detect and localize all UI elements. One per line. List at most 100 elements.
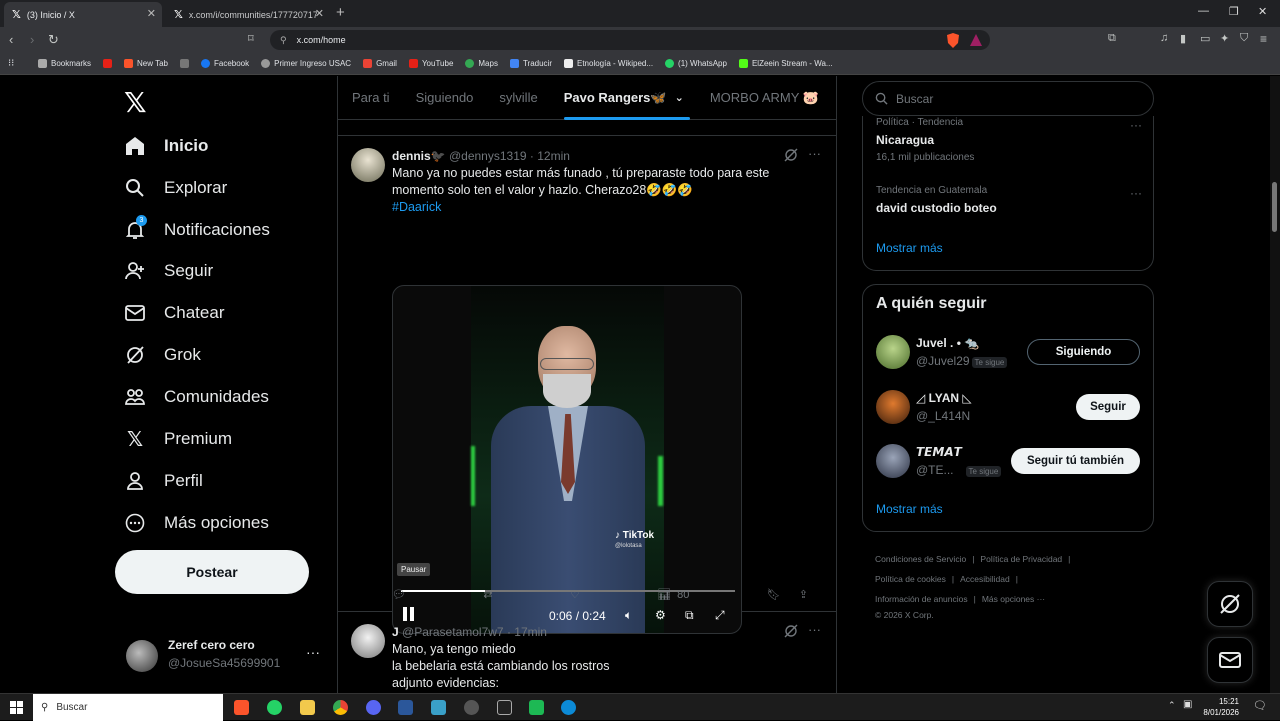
previous-tweet[interactable] bbox=[338, 120, 836, 136]
avatar[interactable] bbox=[876, 335, 910, 369]
post-button[interactable]: Postear bbox=[115, 550, 309, 594]
messages-fab-button[interactable] bbox=[1207, 637, 1253, 683]
notifications-icon[interactable]: 🗨︎ bbox=[1253, 699, 1267, 712]
hashtag-link[interactable]: #Daarick bbox=[392, 200, 441, 214]
app-taskbar-icon[interactable] bbox=[431, 700, 446, 715]
bookmark-whatsapp[interactable]: (1) WhatsApp bbox=[665, 59, 727, 68]
browser-tab-home[interactable]: 𝕏 (3) Inicio / X ✕ bbox=[4, 2, 162, 27]
bookmark-new-tab[interactable]: New Tab bbox=[124, 59, 168, 68]
media-icon[interactable]: ♫ bbox=[1160, 32, 1168, 44]
nav-inicio[interactable]: Inicio bbox=[124, 126, 208, 166]
tray-chevron-icon[interactable]: ⌃ bbox=[1168, 700, 1176, 711]
tweet[interactable]: dennis🐦‍⬛ @dennys1319 · 12min ··· Mano y… bbox=[338, 136, 836, 634]
bookmark-gmail[interactable]: Gmail bbox=[363, 59, 397, 68]
trend-name[interactable]: david custodio boteo bbox=[876, 201, 997, 215]
show-more-link[interactable]: Mostrar más bbox=[876, 241, 943, 255]
footer-link[interactable]: Más opciones ··· bbox=[982, 594, 1045, 604]
close-icon[interactable]: ✕ bbox=[315, 7, 324, 20]
file-explorer-taskbar-icon[interactable] bbox=[300, 700, 315, 715]
nav-comunidades[interactable]: Comunidades bbox=[124, 377, 269, 417]
author-name[interactable]: dennis🐦‍⬛ bbox=[392, 149, 446, 163]
audio-app-taskbar-icon[interactable] bbox=[497, 700, 512, 715]
app-taskbar-icon[interactable] bbox=[464, 700, 479, 715]
bookmark-traducir[interactable]: Traducir bbox=[509, 59, 552, 68]
word-taskbar-icon[interactable] bbox=[398, 700, 413, 715]
address-bar[interactable]: ⚲ x.com/home bbox=[270, 30, 990, 50]
grok-fab-button[interactable] bbox=[1207, 581, 1253, 627]
suggestion-name[interactable]: Juvel . • 🐀 bbox=[916, 336, 979, 350]
avatar[interactable] bbox=[351, 148, 385, 182]
bookmark-bookmarks[interactable]: Bookmarks bbox=[38, 59, 91, 68]
more-icon[interactable]: ··· bbox=[1130, 186, 1142, 200]
windows-start-icon[interactable] bbox=[10, 701, 23, 714]
taskbar-clock[interactable]: 15:21 8/01/2026 bbox=[1197, 696, 1239, 718]
repost-button[interactable]: ⇄ bbox=[483, 588, 492, 601]
browser-tab-community[interactable]: 𝕏 x.com/i/communities/17772071704... ✕ bbox=[166, 2, 330, 27]
show-more-link[interactable]: Mostrar más bbox=[876, 502, 943, 516]
trend-name[interactable]: Nicaragua bbox=[876, 133, 934, 147]
site-info-icon[interactable]: ⚲ bbox=[280, 35, 287, 46]
bookmark-usac[interactable]: Primer Ingreso USAC bbox=[261, 59, 351, 68]
author-name[interactable]: J bbox=[392, 625, 399, 639]
forward-icon[interactable]: › bbox=[30, 32, 34, 47]
search-input[interactable]: Buscar bbox=[862, 81, 1154, 116]
wallet-icon[interactable]: ▭ bbox=[1200, 32, 1210, 45]
brave-shield-icon[interactable] bbox=[946, 33, 960, 48]
chrome-taskbar-icon[interactable] bbox=[333, 700, 348, 715]
bookmark-wikipedia[interactable]: Etnología - Wikiped... bbox=[564, 59, 653, 68]
author-handle[interactable]: @dennys1319 bbox=[449, 149, 527, 163]
bookmark-icon[interactable]: 🔖︎ bbox=[767, 588, 781, 601]
follow-suggestion[interactable]: ◿ LYAN ◺ @_L414N Seguir bbox=[876, 387, 1142, 427]
nav-chatear[interactable]: Chatear bbox=[124, 293, 224, 333]
nav-notificaciones[interactable]: 3 Notificaciones bbox=[124, 210, 270, 250]
tab-siguiendo[interactable]: Siguiendo bbox=[416, 76, 474, 120]
follow-suggestion[interactable]: 𝙏𝙀𝙈𝘼𝙏 @TE... Te sigue Seguir tú también bbox=[876, 441, 1142, 481]
reload-icon[interactable]: ↻ bbox=[48, 32, 59, 48]
tab-para-ti[interactable]: Para ti bbox=[352, 76, 390, 120]
bookmark-kick[interactable]: ElZeein Stream - Wa... bbox=[738, 59, 833, 68]
avatar[interactable] bbox=[351, 624, 385, 658]
minimize-icon[interactable]: — bbox=[1198, 5, 1209, 17]
menu-icon[interactable]: ≡ bbox=[1260, 32, 1267, 46]
close-icon[interactable]: ✕ bbox=[147, 7, 156, 20]
tab-sylville[interactable]: sylville bbox=[499, 76, 537, 120]
follow-suggestion[interactable]: Juvel . • 🐀 @Juvel29 Te sigue Siguiendo bbox=[876, 332, 1142, 372]
more-icon[interactable]: ··· bbox=[808, 146, 821, 161]
window-close-icon[interactable]: ✕ bbox=[1258, 5, 1267, 18]
nav-perfil[interactable]: Perfil bbox=[124, 461, 203, 501]
grok-icon[interactable] bbox=[784, 624, 798, 638]
author-handle[interactable]: @Parasetamol7w7 bbox=[402, 625, 504, 639]
views-button[interactable]: 📊︎ 80 bbox=[657, 588, 689, 602]
share-icon[interactable]: ⇪ bbox=[799, 588, 808, 601]
page-scrollbar[interactable] bbox=[1270, 76, 1280, 693]
tweet-author[interactable]: dennis🐦‍⬛ @dennys1319 · 12min bbox=[392, 149, 570, 163]
reply-button[interactable]: 💬︎ bbox=[392, 588, 406, 601]
tweet[interactable]: J @Parasetamol7w7 · 17min ··· Mano, ya t… bbox=[338, 612, 836, 693]
tray-icon[interactable]: ▣ bbox=[1183, 699, 1192, 710]
nav-grok[interactable]: Grok bbox=[124, 335, 201, 375]
more-icon[interactable]: ··· bbox=[808, 622, 821, 637]
chevron-down-icon[interactable]: ⌄ bbox=[675, 91, 684, 104]
bookmark-youtube[interactable]: YouTube bbox=[408, 59, 453, 68]
footer-link[interactable]: Política de cookies bbox=[875, 574, 946, 584]
more-icon[interactable]: ··· bbox=[1130, 118, 1142, 132]
url-text[interactable]: x.com/home bbox=[297, 35, 346, 45]
bookmark-facebook[interactable]: Facebook bbox=[201, 59, 249, 68]
bookmark-page-icon[interactable]: ⌑ bbox=[248, 32, 254, 45]
nav-mas-opciones[interactable]: Más opciones bbox=[124, 503, 269, 543]
apps-icon[interactable]: ⁝⁝ bbox=[8, 58, 14, 69]
app-taskbar-icon[interactable] bbox=[529, 700, 544, 715]
suggestion-name[interactable]: ◿ LYAN ◺ bbox=[916, 391, 972, 405]
sidebar-icon[interactable]: ▮ bbox=[1180, 32, 1186, 45]
tweet-time[interactable]: · 12min bbox=[530, 149, 570, 163]
nav-explorar[interactable]: Explorar bbox=[124, 168, 227, 208]
like-button[interactable]: ♡ bbox=[570, 588, 580, 601]
tweet-time[interactable]: · 17min bbox=[507, 625, 547, 639]
nav-seguir[interactable]: Seguir bbox=[124, 251, 213, 291]
leo-icon[interactable]: ✦ bbox=[1220, 32, 1229, 45]
discord-taskbar-icon[interactable] bbox=[366, 700, 381, 715]
bookmark-image[interactable] bbox=[180, 59, 189, 68]
nav-premium[interactable]: 𝕏 Premium bbox=[124, 419, 232, 459]
video-player[interactable]: ♪ TikTok @lolotasa Pausar 0:06 / 0:24 🔈︎ … bbox=[392, 285, 742, 634]
tweet-author[interactable]: J @Parasetamol7w7 · 17min bbox=[392, 625, 547, 639]
